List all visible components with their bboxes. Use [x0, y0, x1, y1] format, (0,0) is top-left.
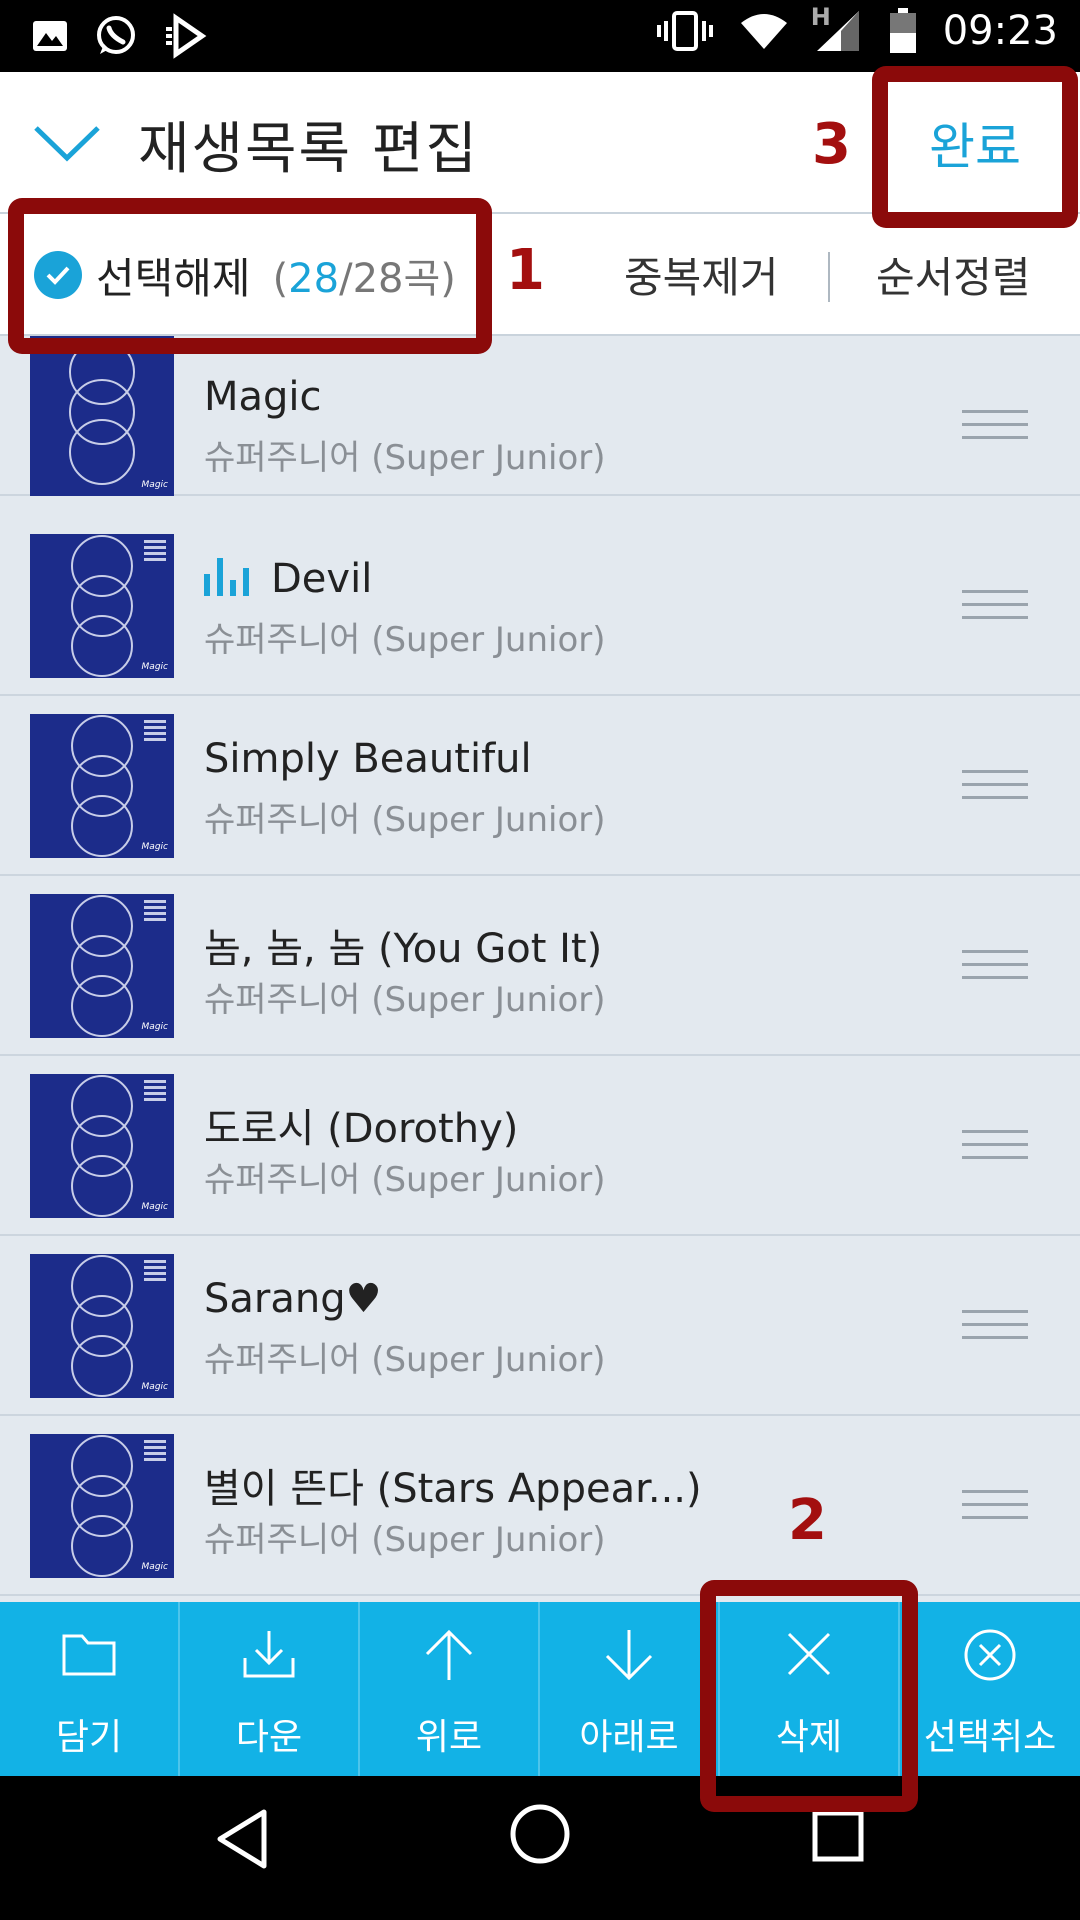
- song-artist: 슈퍼주니어 (Super Junior): [204, 1520, 606, 1560]
- vibrate-icon: [656, 9, 713, 53]
- cancel-circle-icon: [900, 1628, 1080, 1682]
- annotation-box-delete: [700, 1580, 918, 1812]
- song-title: 놈, 놈, 놈 (You Got It): [204, 926, 603, 972]
- home-icon[interactable]: [508, 1802, 572, 1870]
- arrow-up-icon: [360, 1628, 538, 1682]
- download-label: 다운: [235, 1717, 303, 1758]
- image-icon: [30, 16, 70, 56]
- move-up-label: 위로: [415, 1717, 483, 1758]
- chevron-down-icon[interactable]: [32, 122, 102, 168]
- song-title: Devil: [271, 556, 373, 602]
- song-title: Sarang♥: [204, 1276, 382, 1322]
- download-icon: [180, 1628, 358, 1682]
- status-bar: H 09:23: [0, 0, 1080, 72]
- song-row[interactable]: Magic 별이 뜬다 (Stars Appear...) 슈퍼주니어 (Sup…: [0, 1416, 1080, 1596]
- whatsapp-icon: [92, 12, 140, 60]
- status-time: 09:23: [942, 8, 1058, 54]
- folder-icon: [0, 1628, 178, 1678]
- page-title: 재생목록 편집: [138, 117, 479, 182]
- album-art-caption: Magic: [141, 1022, 168, 1032]
- remove-duplicates-button[interactable]: 중복제거: [624, 244, 779, 305]
- song-row[interactable]: Magic 도로시 (Dorothy) 슈퍼주니어 (Super Junior): [0, 1056, 1080, 1236]
- cancel-selection-label: 선택취소: [923, 1717, 1057, 1758]
- song-list: Magic Magic 슈퍼주니어 (Super Junior) Magic D…: [0, 336, 1080, 1602]
- network-type-label: H: [810, 3, 831, 31]
- drag-handle-icon[interactable]: [962, 1130, 1028, 1169]
- cancel-selection-button[interactable]: 선택취소: [900, 1602, 1080, 1776]
- song-title: Magic: [204, 374, 322, 420]
- song-artist: 슈퍼주니어 (Super Junior): [204, 1340, 606, 1380]
- song-artist: 슈퍼주니어 (Super Junior): [204, 438, 606, 478]
- album-art-caption: Magic: [141, 662, 168, 672]
- annotation-box-deselect: [8, 198, 492, 354]
- album-art: Magic: [30, 336, 174, 496]
- album-art: Magic: [30, 714, 174, 858]
- album-art-caption: Magic: [141, 842, 168, 852]
- album-art-caption: Magic: [141, 1562, 168, 1572]
- song-artist: 슈퍼주니어 (Super Junior): [204, 800, 606, 840]
- album-art: Magic: [30, 1254, 174, 1398]
- move-down-button[interactable]: 아래로: [540, 1602, 720, 1776]
- song-row[interactable]: Magic 놈, 놈, 놈 (You Got It) 슈퍼주니어 (Super …: [0, 876, 1080, 1056]
- drag-handle-icon[interactable]: [962, 770, 1028, 809]
- drag-handle-icon[interactable]: [962, 1310, 1028, 1349]
- song-row[interactable]: Magic Devil 슈퍼주니어 (Super Junior): [0, 516, 1080, 696]
- move-up-button[interactable]: 위로: [360, 1602, 540, 1776]
- sort-order-button[interactable]: 순서정렬: [876, 244, 1031, 305]
- album-art: Magic: [30, 534, 174, 678]
- add-to-button[interactable]: 담기: [0, 1602, 180, 1776]
- album-art-caption: Magic: [141, 1202, 168, 1212]
- album-art: Magic: [30, 1074, 174, 1218]
- wifi-icon: [739, 11, 789, 51]
- add-to-label: 담기: [55, 1717, 123, 1758]
- back-icon[interactable]: [212, 1806, 272, 1876]
- download-button[interactable]: 다운: [180, 1602, 360, 1776]
- album-art-caption: Magic: [141, 1382, 168, 1392]
- recents-icon[interactable]: [810, 1808, 866, 1868]
- song-title: 도로시 (Dorothy): [204, 1106, 519, 1152]
- annotation-box-done: [872, 66, 1078, 228]
- album-art: Magic: [30, 894, 174, 1038]
- annotation-number-2: 2: [788, 1488, 827, 1553]
- battery-icon: [889, 8, 917, 54]
- drag-handle-icon[interactable]: [962, 590, 1028, 629]
- song-title: 별이 뜬다 (Stars Appear...): [204, 1466, 702, 1512]
- album-art-caption: Magic: [141, 480, 168, 490]
- song-title: Simply Beautiful: [204, 736, 532, 782]
- song-row[interactable]: Magic Magic 슈퍼주니어 (Super Junior): [0, 336, 1080, 496]
- song-artist: 슈퍼주니어 (Super Junior): [204, 980, 606, 1020]
- media-play-icon: [162, 13, 208, 59]
- song-row[interactable]: Magic Simply Beautiful 슈퍼주니어 (Super Juni…: [0, 696, 1080, 876]
- drag-handle-icon[interactable]: [962, 1490, 1028, 1529]
- toolbar-divider: [828, 252, 830, 302]
- signal-icon: H: [811, 3, 863, 53]
- move-down-label: 아래로: [579, 1717, 679, 1758]
- drag-handle-icon[interactable]: [962, 950, 1028, 989]
- annotation-number-1: 1: [506, 238, 545, 303]
- navigation-bar: [0, 1776, 1080, 1920]
- song-artist: 슈퍼주니어 (Super Junior): [204, 620, 606, 660]
- drag-handle-icon[interactable]: [962, 410, 1028, 449]
- annotation-number-3: 3: [812, 112, 851, 177]
- song-row[interactable]: Magic Sarang♥ 슈퍼주니어 (Super Junior): [0, 1236, 1080, 1416]
- song-artist: 슈퍼주니어 (Super Junior): [204, 1160, 606, 1200]
- song-title-playing: Devil: [204, 556, 372, 602]
- now-playing-icon: [204, 558, 249, 596]
- arrow-down-icon: [540, 1628, 718, 1682]
- album-art: Magic: [30, 1434, 174, 1578]
- action-bar: 담기 다운 위로 아래로 삭제 선택취소: [0, 1602, 1080, 1776]
